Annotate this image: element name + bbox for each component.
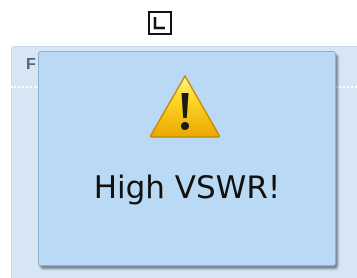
background-panel-title: F xyxy=(26,56,36,73)
alert-dialog[interactable]: High VSWR! xyxy=(38,51,336,266)
alert-message: High VSWR! xyxy=(93,170,281,206)
dotted-divider-left xyxy=(11,86,39,88)
dotted-divider-right xyxy=(336,86,357,88)
warning-icon xyxy=(149,75,221,138)
window-square-icon[interactable] xyxy=(148,11,172,35)
